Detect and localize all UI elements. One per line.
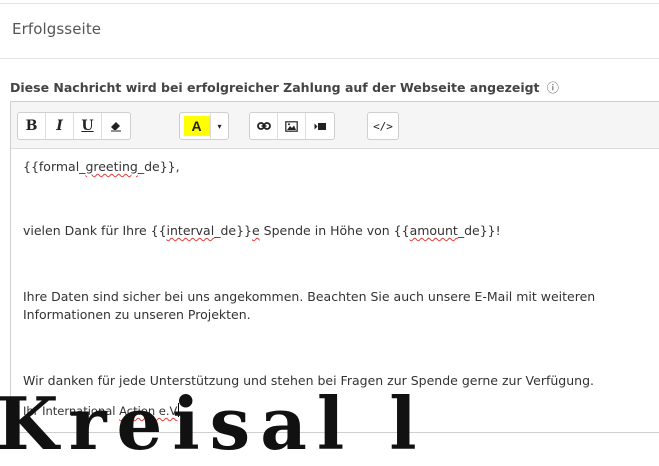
paragraph-info-line-2: Informationen zu unseren Projekten. (23, 307, 251, 322)
italic-button[interactable]: I (46, 113, 74, 139)
insert-video-button[interactable] (306, 113, 334, 139)
misspelled-word: interval (166, 223, 215, 238)
text-run: _de}}, (137, 159, 180, 174)
link-icon (256, 122, 271, 130)
field-label: Diese Nachricht wird bei erfolgreicher Z… (10, 79, 559, 96)
clear-format-button[interactable] (102, 113, 130, 139)
paragraph-thanks: vielen Dank für Ihre {{interval_de}}e Sp… (23, 222, 501, 240)
eraser-icon (111, 122, 121, 132)
insert-button-group (249, 112, 335, 140)
info-icon[interactable]: ⓘ (547, 81, 559, 95)
text-run: vielen Dank für Ihre {{ (23, 223, 167, 238)
text-run: {{formal_ (23, 159, 86, 174)
text-color-button[interactable]: A (184, 116, 210, 136)
image-icon (285, 120, 298, 132)
text-run: Spende in Höhe von {{ (259, 223, 410, 238)
text-run: _de}}! (457, 223, 501, 238)
insert-link-button[interactable] (250, 113, 278, 139)
underline-button[interactable]: U (74, 113, 102, 139)
code-view-button[interactable]: </> (368, 113, 398, 139)
insert-image-button[interactable] (278, 113, 306, 139)
overlay-large-text: Kreisal l (0, 381, 427, 466)
code-button-group: </> (367, 112, 399, 140)
section-title: Erfolgsseite (12, 20, 102, 38)
paragraph-info-line-1: Ihre Daten sind sicher bei uns angekomme… (23, 289, 596, 304)
chevron-down-icon[interactable]: ▾ (210, 113, 228, 139)
color-button-group: A ▾ (179, 112, 229, 140)
bold-button[interactable]: B (18, 113, 46, 139)
video-icon (314, 122, 326, 130)
top-divider (0, 3, 659, 4)
format-button-group: B I U (17, 112, 131, 140)
paragraph-greeting: {{formal_greeting_de}}, (23, 158, 180, 176)
misspelled-word: greeting (85, 159, 138, 174)
misspelled-word: amount (409, 223, 458, 238)
misspelled-word: e (251, 223, 260, 238)
field-label-text: Diese Nachricht wird bei erfolgreicher Z… (10, 80, 540, 95)
section-divider (0, 58, 659, 59)
text-run: _de}} (214, 223, 252, 238)
editor-toolbar: B I U A ▾ </> (11, 102, 659, 149)
